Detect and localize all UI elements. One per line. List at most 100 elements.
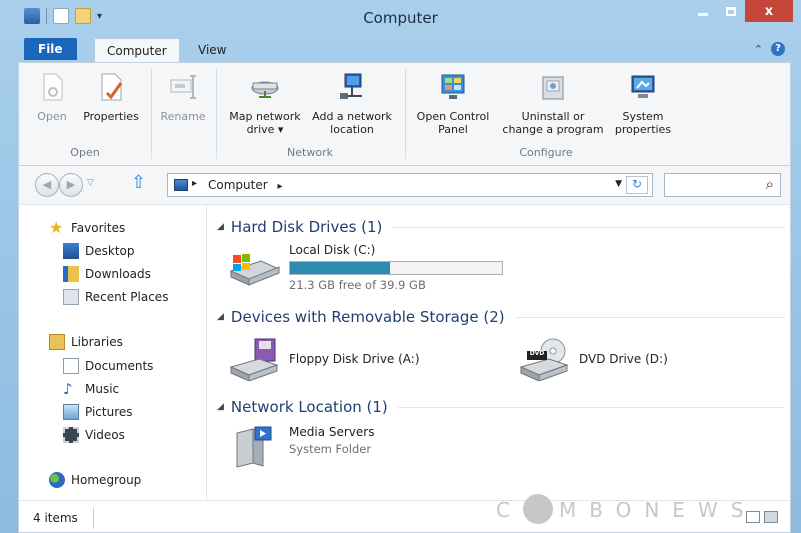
search-icon[interactable]: ⌕: [766, 175, 774, 193]
uninstall-label-2: change a program: [502, 123, 604, 136]
close-button[interactable]: x: [745, 0, 793, 22]
nav-item-pictures[interactable]: Pictures: [63, 402, 133, 422]
up-arrow-icon[interactable]: ⇧: [131, 172, 146, 193]
nav-label: Pictures: [85, 405, 133, 419]
nav-item-libraries[interactable]: Libraries: [49, 332, 123, 352]
back-button[interactable]: ◀: [35, 173, 59, 197]
drive-usage-fill: [290, 262, 390, 274]
media-server-icon: [236, 426, 272, 468]
tab-file[interactable]: File: [24, 38, 77, 60]
network-media-servers[interactable]: Media Servers System Folder: [227, 425, 374, 469]
nav-label: Libraries: [71, 335, 123, 349]
window-title: Computer: [363, 9, 438, 27]
open-button[interactable]: Open: [35, 71, 69, 123]
minimize-button[interactable]: [689, 0, 717, 22]
homegroup-icon: [49, 472, 65, 488]
nav-item-recent-places[interactable]: Recent Places: [63, 287, 168, 307]
group-divider: [397, 406, 785, 408]
group-title: Hard Disk Drives (1): [230, 218, 383, 236]
group-label-open: Open: [70, 146, 100, 159]
drive-local-disk-c[interactable]: Local Disk (C:) 21.3 GB free of 39.9 GB: [227, 243, 503, 292]
breadcrumb-label: Computer: [208, 178, 268, 192]
ribbon-group-rename: Rename: [152, 63, 214, 165]
nav-item-documents[interactable]: Documents: [63, 356, 153, 376]
drive-floppy-a[interactable]: Floppy Disk Drive (A:): [227, 337, 420, 381]
ribbon: Open Properties Open Rename Map network …: [18, 62, 791, 166]
tab-computer[interactable]: Computer: [94, 38, 180, 63]
address-dropdown-icon[interactable]: ▼: [615, 179, 622, 189]
ribbon-group-configure: Open Control Panel Uninstall or change a…: [406, 63, 686, 165]
group-header-hard-disk-drives[interactable]: ◢ Hard Disk Drives (1): [217, 216, 785, 238]
dvd-badge: DVD: [529, 350, 545, 357]
collapse-triangle-icon[interactable]: ◢: [217, 402, 224, 412]
group-title: Network Location (1): [230, 398, 388, 416]
desktop-icon: [63, 243, 79, 259]
computer-small-icon: [174, 179, 188, 191]
nav-item-videos[interactable]: Videos: [63, 425, 125, 445]
nav-item-homegroup[interactable]: Homegroup: [49, 470, 141, 490]
uninstall-icon: [542, 76, 564, 100]
recent-places-icon: [63, 289, 79, 305]
system-properties-label: System: [622, 110, 664, 123]
map-network-drive-button[interactable]: Map network drive ▾: [223, 71, 307, 136]
videos-icon: [63, 427, 79, 443]
control-panel-label: Open Control: [416, 110, 490, 123]
downloads-icon: [63, 266, 79, 282]
system-properties-icon: [631, 75, 655, 98]
breadcrumb-computer[interactable]: Computer ▸: [208, 178, 283, 192]
item-count: 4 items: [33, 511, 78, 525]
help-icon[interactable]: ?: [771, 42, 785, 56]
collapse-triangle-icon[interactable]: ◢: [217, 222, 224, 232]
explorer-window: ▾ Computer x File Computer View ⌃ ? Open: [0, 0, 801, 533]
watermark-logo: C MBONEWS: [496, 494, 756, 524]
collapse-triangle-icon[interactable]: ◢: [217, 312, 224, 322]
refresh-icon[interactable]: ↻: [626, 176, 648, 194]
nav-label: Desktop: [85, 244, 135, 258]
rename-label: Rename: [160, 110, 206, 123]
maximize-button[interactable]: [717, 0, 745, 22]
expand-ribbon-icon[interactable]: ⌃: [754, 43, 763, 56]
watermark-circle-icon: [522, 494, 553, 524]
breadcrumb-separator-icon[interactable]: ▸: [192, 178, 197, 189]
forward-button[interactable]: ▶: [59, 173, 83, 197]
drive-name: Floppy Disk Drive (A:): [289, 352, 420, 366]
nav-item-music[interactable]: ♪ Music: [63, 379, 119, 399]
address-bar-row: ◀ ▶ ▽ ⇧ ▸ Computer ▸ ▼ ↻ ⌕: [18, 166, 791, 204]
add-network-label: Add a network: [312, 110, 392, 123]
rename-button[interactable]: Rename: [158, 71, 208, 123]
nav-label: Homegroup: [71, 473, 142, 487]
recent-locations-icon[interactable]: ▽: [87, 178, 94, 188]
dvd-drive-icon: [519, 338, 569, 381]
ribbon-group-network: Map network drive ▾ Add a network locati…: [217, 63, 403, 165]
network-item-name: Media Servers: [289, 425, 375, 439]
open-control-panel-button[interactable]: Open Control Panel: [410, 71, 496, 136]
group-label-configure: Configure: [519, 146, 573, 159]
drive-free-space: 21.3 GB free of 39.9 GB: [289, 278, 426, 292]
search-input[interactable]: ⌕: [664, 173, 781, 197]
nav-label: Documents: [85, 359, 154, 373]
status-divider: [93, 507, 94, 529]
uninstall-program-button[interactable]: Uninstall or change a program: [498, 71, 608, 136]
system-properties-label-2: properties: [614, 123, 672, 136]
network-location-icon: [340, 73, 362, 99]
group-header-removable-storage[interactable]: ◢ Devices with Removable Storage (2): [217, 306, 785, 328]
group-divider: [514, 316, 785, 318]
large-icons-view-icon[interactable]: [764, 511, 778, 523]
open-icon: [43, 73, 63, 101]
add-network-label-2: location: [330, 123, 374, 136]
properties-button[interactable]: Properties: [79, 71, 143, 123]
add-network-location-button[interactable]: Add a network location: [307, 71, 397, 136]
tab-view[interactable]: View: [186, 38, 238, 62]
music-icon: ♪: [63, 380, 73, 398]
nav-item-desktop[interactable]: Desktop: [63, 241, 135, 261]
system-properties-button[interactable]: System properties: [610, 71, 676, 136]
nav-item-downloads[interactable]: Downloads: [63, 264, 151, 284]
nav-item-favorites[interactable]: ★ Favorites: [49, 218, 125, 238]
drive-dvd-d[interactable]: DVD DVD Drive (D:): [517, 337, 668, 381]
drive-details: Local Disk (C:) 21.3 GB free of 39.9 GB: [289, 243, 503, 292]
address-field[interactable]: ▸ Computer ▸ ▼ ↻: [167, 173, 653, 197]
group-header-network-location[interactable]: ◢ Network Location (1): [217, 396, 785, 418]
breadcrumb-chevron-icon[interactable]: ▸: [277, 181, 282, 192]
forward-arrow-icon: ▶: [66, 178, 76, 191]
back-arrow-icon: ◀: [42, 178, 52, 191]
